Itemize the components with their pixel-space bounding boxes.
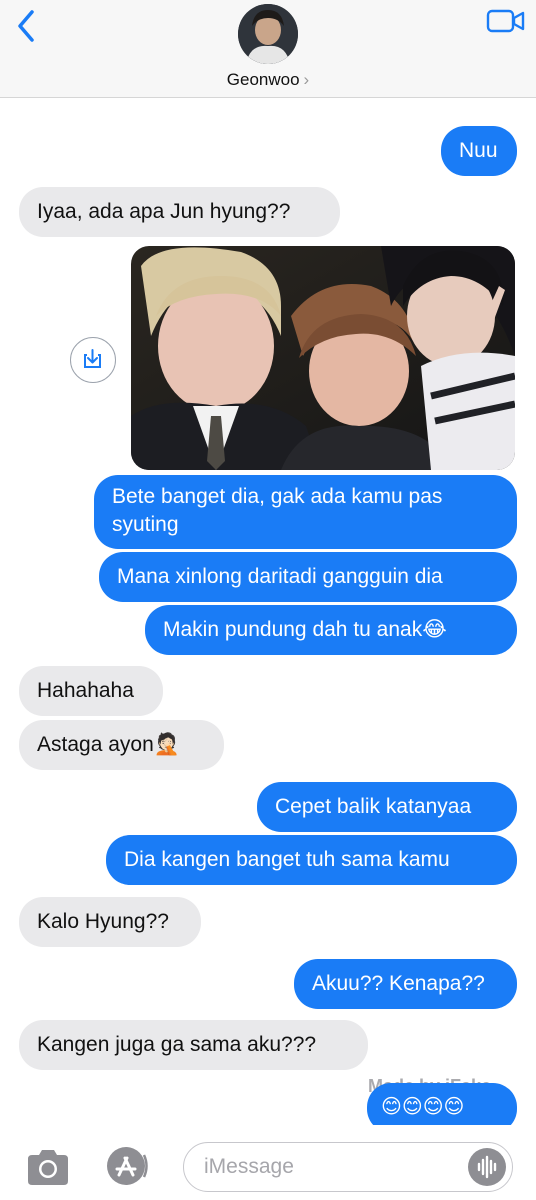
- message-bubble-outgoing[interactable]: Bete banget dia, gak ada kamu pas syutin…: [94, 475, 517, 549]
- app-store-icon[interactable]: [100, 1145, 152, 1187]
- message-bubble-incoming[interactable]: Iyaa, ada apa Jun hyung??: [19, 187, 340, 237]
- contact-name-row[interactable]: Geonwoo ›: [0, 70, 536, 90]
- audio-waveform-icon: [477, 1155, 497, 1179]
- message-bubble-incoming[interactable]: Kangen juga ga sama aku???: [19, 1020, 368, 1070]
- video-camera-icon[interactable]: [486, 8, 526, 34]
- message-input-placeholder: iMessage: [204, 1155, 294, 1178]
- message-bubble-incoming[interactable]: Astaga ayon🤦🏻: [19, 720, 224, 770]
- contact-name: Geonwoo: [226, 70, 300, 89]
- back-chevron-icon[interactable]: [12, 8, 42, 44]
- message-bubble-outgoing[interactable]: Dia kangen banget tuh sama kamu: [106, 835, 517, 885]
- message-bubble-incoming[interactable]: Kalo Hyung??: [19, 897, 201, 947]
- audio-message-button[interactable]: [468, 1148, 506, 1186]
- message-bubble-outgoing[interactable]: Akuu?? Kenapa??: [294, 959, 517, 1009]
- chevron-right-icon: ›: [303, 70, 310, 89]
- save-image-button[interactable]: [70, 337, 116, 383]
- camera-icon[interactable]: [24, 1147, 72, 1187]
- message-photo[interactable]: [131, 246, 515, 470]
- message-bubble-incoming[interactable]: Hahahaha: [19, 666, 163, 716]
- message-input[interactable]: iMessage: [183, 1142, 513, 1192]
- contact-avatar[interactable]: [238, 4, 298, 64]
- message-bubble-outgoing[interactable]: Makin pundung dah tu anak😂: [145, 605, 517, 655]
- conversation-header: Geonwoo ›: [0, 0, 536, 98]
- message-bubble-outgoing[interactable]: Mana xinlong daritadi gangguin dia: [99, 552, 517, 602]
- message-bubble-outgoing[interactable]: Nuu: [441, 126, 517, 176]
- message-bubble-outgoing[interactable]: Cepet balik katanyaa: [257, 782, 517, 832]
- save-download-icon: [84, 349, 101, 368]
